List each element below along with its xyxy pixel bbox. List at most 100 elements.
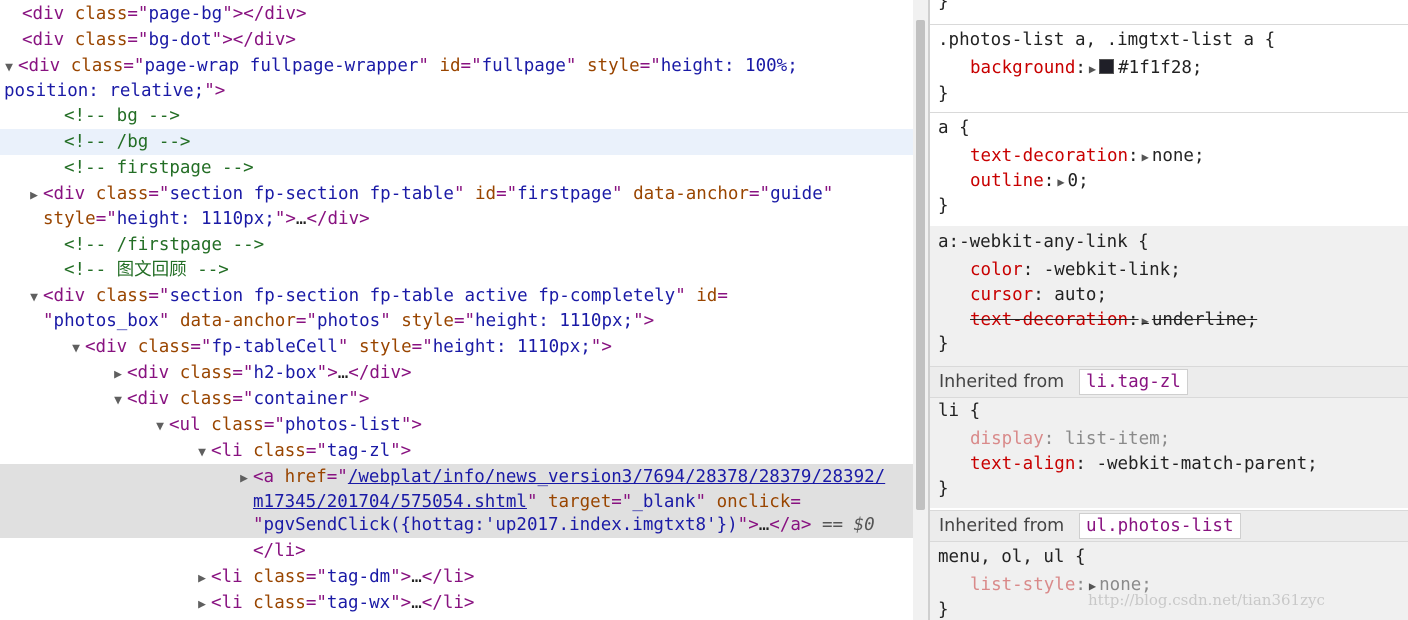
rule-selector[interactable]: a:-webkit-any-link { (938, 230, 1149, 254)
prop-name[interactable]: text-align (970, 454, 1075, 474)
prop-name[interactable]: list-style (970, 575, 1075, 595)
collapse-triangle-icon[interactable]: ▼ (109, 388, 127, 414)
token-tag: " (565, 56, 587, 76)
rule-webkit-any-link[interactable]: a:-webkit-any-link { color: -webkit-link… (930, 226, 1408, 366)
decl-color[interactable]: color: -webkit-link; (970, 258, 1181, 282)
expand-triangle-icon[interactable]: ▶ (1057, 175, 1064, 189)
dom-tree-row[interactable]: ▼ <div class="section fp-section fp-table… (0, 283, 913, 309)
collapse-triangle-icon[interactable]: ▼ (67, 336, 85, 362)
prop-value[interactable]: #1f1f28 (1118, 58, 1192, 78)
decl-text-decoration[interactable]: text-decoration: ▶ none; (970, 144, 1205, 168)
token-tag: <li (211, 593, 254, 613)
collapse-triangle-icon[interactable]: ▼ (151, 414, 169, 440)
dom-tree-row[interactable]: <div class="page-bg"></div> (0, 1, 913, 27)
prop-name[interactable]: background (970, 58, 1075, 78)
dom-tree-row[interactable]: <!-- /bg --> (0, 129, 913, 155)
dom-tree-row[interactable]: ▼ <li class="tag-zl"> (0, 438, 913, 464)
expand-triangle-icon[interactable]: ▶ (1142, 150, 1149, 164)
token-tag: =" (123, 56, 145, 76)
inherited-label: Inherited from (939, 516, 1065, 536)
dom-tree-row[interactable]: style="height: 1110px;">…</div> (0, 206, 913, 232)
expand-triangle-icon[interactable]: ▶ (1089, 62, 1096, 76)
token-cmt: <!-- bg --> (64, 106, 180, 126)
dom-tree-row[interactable]: <div class="bg-dot"></div> (0, 27, 913, 53)
prop-value[interactable]: none (1152, 146, 1194, 166)
dom-tree-row[interactable]: ▼ <ul class="photos-list"> (0, 412, 913, 438)
prop-name[interactable]: text-decoration (970, 310, 1128, 330)
expand-triangle-icon[interactable]: ▶ (193, 566, 211, 592)
token-tag: <a (253, 467, 285, 487)
dom-tree-row[interactable]: position: relative;"> (0, 78, 913, 104)
prop-value[interactable]: 0 (1068, 171, 1079, 191)
token-attr: class (70, 56, 124, 76)
prop-name[interactable]: cursor (970, 285, 1033, 305)
prop-value[interactable]: -webkit-match-parent (1096, 454, 1307, 474)
href-link[interactable]: /webplat/info/news_version3/7694/28378/2… (348, 467, 885, 487)
token-val: height: 1110px; (432, 337, 591, 357)
decl-display[interactable]: display: list-item; (970, 427, 1170, 451)
dom-tree-row[interactable]: "photos_box" data-anchor="photos" style=… (0, 308, 913, 334)
collapse-triangle-icon[interactable]: ▼ (193, 440, 211, 466)
prop-value[interactable]: -webkit-link (1044, 260, 1170, 280)
dom-tree-row[interactable]: </li> (0, 538, 913, 564)
token-attr: style (358, 337, 412, 357)
decl-background[interactable]: background: ▶ #1f1f28; (970, 56, 1202, 80)
dom-tree-row[interactable]: <!-- 图文回顾 --> (0, 257, 913, 283)
decl-outline[interactable]: outline: ▶ 0; (970, 169, 1089, 193)
scrollbar-thumb[interactable] (916, 20, 925, 510)
rule-close-brace: } (938, 84, 949, 104)
dom-tree-row[interactable]: "pgvSendClick({hottag:'up2017.index.imgt… (0, 512, 913, 538)
rule-photos-list-a[interactable]: .photos-list a, .imgtxt-list a { backgro… (930, 28, 1408, 110)
decl-text-align[interactable]: text-align: -webkit-match-parent; (970, 452, 1318, 476)
dom-tree-row[interactable]: ▶ <a href="/webplat/info/news_version3/76… (0, 464, 913, 490)
prop-name[interactable]: color (970, 260, 1023, 280)
token-tag: =" (232, 363, 254, 383)
dom-tree-row[interactable]: ▶ <div class="section fp-section fp-table… (0, 181, 913, 207)
rule-a[interactable]: a { text-decoration: ▶ none; outline: ▶ 0; } (930, 116, 1408, 222)
token-tag: <div (85, 337, 138, 357)
expand-triangle-icon[interactable]: ▶ (193, 592, 211, 618)
prop-name[interactable]: outline (970, 171, 1044, 191)
token-tag: "> (590, 337, 612, 357)
dom-tree-row[interactable]: <!-- firstpage --> (0, 155, 913, 181)
rule-selector[interactable]: li { (938, 399, 980, 423)
token-attr: id (439, 56, 461, 76)
token-cmt: <!-- /firstpage --> (64, 235, 265, 255)
token-tag: =" (190, 337, 212, 357)
rule-close-brace: } (938, 479, 949, 499)
color-swatch-icon[interactable] (1099, 58, 1115, 74)
rule-li[interactable]: li { display: list-item; text-align: -we… (930, 398, 1408, 508)
token-tag: </div> (306, 209, 370, 229)
dom-tree-row[interactable]: ▶ <div class="h2-box">…</div> (0, 360, 913, 386)
prop-value[interactable]: underline (1152, 310, 1247, 330)
prop-name[interactable]: text-decoration (970, 146, 1128, 166)
styles-pane: } .photos-list a, .imgtxt-list a { backg… (930, 0, 1408, 620)
prop-name[interactable]: display (970, 429, 1044, 449)
token-tag: <div (43, 184, 96, 204)
dom-tree-row[interactable]: ▼ <div class="fp-tableCell" style="height… (0, 334, 913, 360)
expand-triangle-icon[interactable]: ▶ (109, 362, 127, 388)
dom-tree-row[interactable]: ▶ <li class="tag-wx">…</li> (0, 590, 913, 616)
dom-tree-row[interactable]: ▶ <li class="tag-dm">…</li> (0, 564, 913, 590)
rule-selector[interactable]: menu, ol, ul { (938, 545, 1086, 569)
token-tag: </a> (769, 515, 812, 535)
rule-selector[interactable]: .photos-list a, .imgtxt-list a { (938, 28, 1275, 52)
dom-tree-row[interactable]: ▼ <div class="page-wrap fullpage-wrapper"… (0, 53, 913, 79)
rule-selector[interactable]: a { (938, 116, 970, 140)
inherited-node-link[interactable]: ul.photos-list (1079, 513, 1241, 539)
dom-tree-row[interactable]: <!-- bg --> (0, 103, 913, 129)
dom-tree-row[interactable]: ▼ <div class="container"> (0, 386, 913, 412)
decl-cursor[interactable]: cursor: auto; (970, 283, 1107, 307)
href-link[interactable]: m17345/201704/575054.shtml (253, 492, 527, 512)
inherited-node-link[interactable]: li.tag-zl (1079, 369, 1188, 395)
rule-close-brace: } (938, 196, 949, 216)
token-val: firstpage (517, 184, 612, 204)
token-val: section fp-section fp-table (169, 184, 454, 204)
expand-triangle-icon[interactable]: ▶ (1142, 314, 1149, 328)
prop-value[interactable]: auto (1054, 285, 1096, 305)
decl-text-decoration-overridden[interactable]: text-decoration: ▶ underline; (970, 308, 1257, 332)
token-tag: <ul (169, 415, 212, 435)
prop-value[interactable]: list-item (1065, 429, 1160, 449)
dom-tree-row[interactable]: <!-- /firstpage --> (0, 232, 913, 258)
elements-scrollbar[interactable] (913, 0, 928, 620)
